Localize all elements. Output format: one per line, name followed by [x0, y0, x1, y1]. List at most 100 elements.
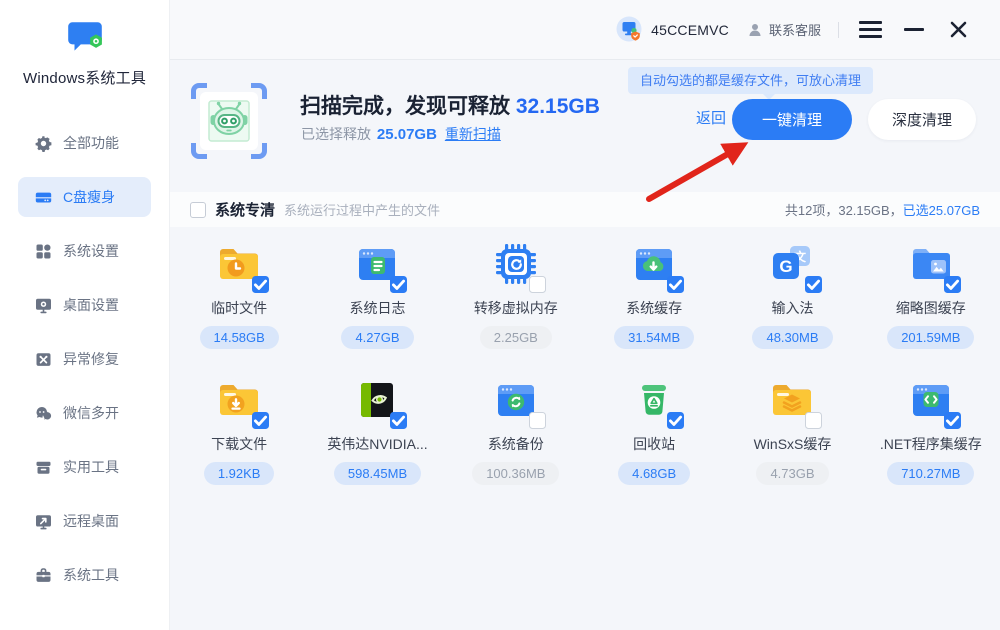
- section-description: 系统运行过程中产生的文件: [284, 200, 440, 219]
- briefcase-icon: [35, 567, 52, 584]
- cleanup-items-grid: 临时文件 14.58GB 系统日志 4.27GB 转移虚拟内存 2.25GB 系…: [170, 240, 1000, 485]
- item-size-badge: 1.92KB: [204, 462, 275, 485]
- auto-select-tooltip: 自动勾选的都是缓存文件，可放心清理: [628, 67, 873, 94]
- sidebar-item-c-drive-slim[interactable]: C盘瘦身: [0, 170, 169, 224]
- item-label: 英伟达NVIDIA...: [327, 434, 427, 454]
- selected-size: 25.07GB: [377, 126, 437, 143]
- sidebar-menu: 全部功能 C盘瘦身 系统设置 桌面设置 异常修复 微信多开: [0, 116, 169, 602]
- sidebar-item-wechat-multi[interactable]: 微信多开: [0, 386, 169, 440]
- item-checkbox[interactable]: [667, 412, 684, 429]
- cleanup-item[interactable]: 英伟达NVIDIA... 598.45MB: [308, 376, 446, 485]
- contact-support-button[interactable]: 联系客服: [747, 20, 821, 39]
- scan-result-title: 扫描完成，发现可释放 32.15GB: [300, 90, 600, 120]
- item-checkbox[interactable]: [805, 276, 822, 293]
- cleanup-item[interactable]: 系统缓存 31.54MB: [585, 240, 723, 349]
- item-label: 系统备份: [488, 434, 544, 454]
- cleanup-item[interactable]: 缩略图缓存 201.59MB: [862, 240, 1000, 349]
- user-avatar: [616, 16, 643, 43]
- cleanup-item[interactable]: 回收站 4.68GB: [585, 376, 723, 485]
- item-size-badge: 14.58GB: [200, 326, 279, 349]
- cleanup-item[interactable]: 转移虚拟内存 2.25GB: [447, 240, 585, 349]
- sidebar-item-all-features[interactable]: 全部功能: [0, 116, 169, 170]
- menu-button[interactable]: [856, 16, 884, 44]
- utility-icon: [35, 459, 52, 476]
- item-label: 输入法: [771, 298, 813, 318]
- item-size-badge: 48.30MB: [752, 326, 832, 349]
- item-size-badge: 100.36MB: [472, 462, 559, 485]
- item-size-badge: 598.45MB: [334, 462, 421, 485]
- item-checkbox[interactable]: [252, 412, 269, 429]
- close-button[interactable]: [944, 16, 972, 44]
- minimize-button[interactable]: [900, 16, 928, 44]
- item-checkbox[interactable]: [390, 412, 407, 429]
- cleanup-item[interactable]: .NET程序集缓存 710.27MB: [862, 376, 1000, 485]
- app-logo-block: Windows系统工具: [0, 0, 169, 88]
- cleanup-item[interactable]: 下载文件 1.92KB: [170, 376, 308, 485]
- section-header: 系统专清 系统运行过程中产生的文件 共12项，32.15GB，已选25.07GB: [170, 192, 1000, 227]
- found-size: 32.15GB: [516, 95, 600, 118]
- sidebar-item-system-settings[interactable]: 系统设置: [0, 224, 169, 278]
- minimize-icon: [904, 28, 924, 32]
- user-account[interactable]: 45CCEMVC: [616, 16, 729, 43]
- item-size-badge: 2.25GB: [480, 326, 552, 349]
- window-titlebar: 45CCEMVC 联系客服: [170, 0, 1000, 60]
- sidebar-item-error-repair[interactable]: 异常修复: [0, 332, 169, 386]
- svg-text:G: G: [780, 257, 793, 276]
- cleanup-item[interactable]: 临时文件 14.58GB: [170, 240, 308, 349]
- cleanup-item[interactable]: 系统日志 4.27GB: [308, 240, 446, 349]
- item-label: .NET程序集缓存: [880, 434, 982, 454]
- item-checkbox[interactable]: [252, 276, 269, 293]
- scan-result-subtitle: 已选择释放 25.07GB 重新扫描: [301, 124, 501, 144]
- item-checkbox[interactable]: [805, 412, 822, 429]
- scan-robot-icon: [190, 82, 268, 160]
- apps-icon: [35, 243, 52, 260]
- app-logo-icon: [64, 20, 106, 54]
- sidebar-item-system-tools[interactable]: 系统工具: [0, 548, 169, 602]
- cleanup-item[interactable]: WinSxS缓存 4.73GB: [723, 376, 861, 485]
- item-size-badge: 201.59MB: [887, 326, 974, 349]
- rescan-link[interactable]: 重新扫描: [445, 126, 501, 142]
- selected-stats: 已选25.07GB: [903, 203, 980, 218]
- hamburger-icon: [859, 21, 882, 38]
- content-area: 自动勾选的都是缓存文件，可放心清理 扫描完成，发现可释放 32.15GB 已选择…: [170, 60, 1000, 630]
- person-icon: [747, 22, 763, 38]
- sidebar-item-remote-desktop[interactable]: 远程桌面: [0, 494, 169, 548]
- item-label: 转移虚拟内存: [474, 298, 558, 318]
- one-click-clean-button[interactable]: 一键清理: [732, 99, 852, 140]
- user-id: 45CCEMVC: [651, 22, 729, 38]
- titlebar-divider: [838, 22, 839, 38]
- deep-clean-button[interactable]: 深度清理: [868, 99, 976, 140]
- item-checkbox[interactable]: [529, 412, 546, 429]
- sidebar: Windows系统工具 全部功能 C盘瘦身 系统设置 桌面设置 异常修复: [0, 0, 170, 630]
- section-checkbox[interactable]: [190, 202, 206, 218]
- section-title: 系统专清: [215, 199, 275, 220]
- cleanup-item[interactable]: 系统备份 100.36MB: [447, 376, 585, 485]
- drive-icon: [35, 189, 52, 206]
- item-size-badge: 31.54MB: [614, 326, 694, 349]
- desktop-icon: [35, 297, 52, 314]
- item-label: 临时文件: [211, 298, 267, 318]
- item-size-badge: 4.68GB: [618, 462, 690, 485]
- item-checkbox[interactable]: [944, 412, 961, 429]
- item-label: 系统日志: [349, 298, 405, 318]
- item-checkbox[interactable]: [390, 276, 407, 293]
- app-title: Windows系统工具: [0, 67, 169, 88]
- item-checkbox[interactable]: [529, 276, 546, 293]
- main-area: 45CCEMVC 联系客服: [170, 0, 1000, 630]
- back-button[interactable]: 返回: [688, 99, 734, 139]
- gear-icon: [35, 135, 52, 152]
- item-size-badge: 710.27MB: [887, 462, 974, 485]
- item-size-badge: 4.27GB: [341, 326, 413, 349]
- cleanup-item[interactable]: 文G 输入法 48.30MB: [723, 240, 861, 349]
- item-checkbox[interactable]: [944, 276, 961, 293]
- close-icon: [950, 21, 967, 38]
- item-label: 下载文件: [211, 434, 267, 454]
- repair-icon: [35, 351, 52, 368]
- item-checkbox[interactable]: [667, 276, 684, 293]
- remote-icon: [35, 513, 52, 530]
- item-size-badge: 4.73GB: [756, 462, 828, 485]
- item-label: 缩略图缓存: [896, 298, 966, 318]
- sidebar-item-desktop-settings[interactable]: 桌面设置: [0, 278, 169, 332]
- sidebar-item-utilities[interactable]: 实用工具: [0, 440, 169, 494]
- item-label: 系统缓存: [626, 298, 682, 318]
